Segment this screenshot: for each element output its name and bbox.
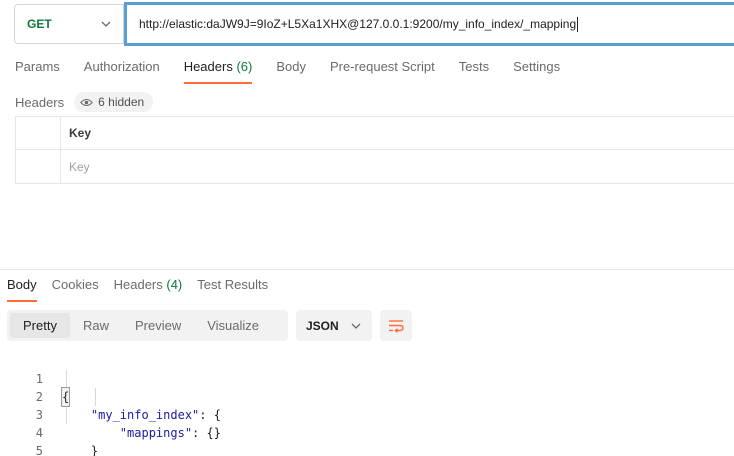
tab-label: Tests (458, 59, 490, 74)
text-caret (577, 16, 579, 32)
tab-response-headers[interactable]: Headers (4) (114, 276, 183, 302)
tab-response-body[interactable]: Body (7, 276, 37, 302)
chevron-down-icon (101, 21, 111, 27)
tab-label: Params (15, 59, 60, 74)
wrap-lines-button[interactable] (380, 310, 412, 341)
tab-label: Body (276, 59, 306, 74)
tab-settings[interactable]: Settings (513, 58, 560, 84)
tab-body[interactable]: Body (276, 58, 306, 84)
eye-icon (80, 98, 94, 106)
code-line: 1 { (0, 352, 734, 407)
view-preview-button[interactable]: Preview (122, 313, 194, 338)
view-visualize-button[interactable]: Visualize (194, 313, 272, 338)
tab-test-results[interactable]: Test Results (197, 276, 268, 302)
tab-label: Authorization (83, 59, 160, 74)
view-pretty-button[interactable]: Pretty (10, 313, 70, 338)
tab-tests[interactable]: Tests (459, 58, 489, 84)
row-checkbox-cell[interactable] (16, 150, 61, 183)
tab-pre-request-script[interactable]: Pre-request Script (330, 58, 435, 84)
tab-headers[interactable]: Headers (6) (183, 58, 253, 84)
checkbox-column (16, 117, 61, 149)
chevron-down-icon (351, 323, 361, 329)
code-line: 2 "my_info_index": { (0, 370, 734, 422)
format-select[interactable]: JSON (296, 310, 372, 341)
tab-count: (4) (166, 277, 183, 292)
tab-label: Cookies (51, 277, 99, 292)
table-header-row: Key (16, 117, 734, 150)
tab-params[interactable]: Params (15, 58, 60, 84)
tab-cookies[interactable]: Cookies (52, 276, 99, 302)
tab-label: Test Results (197, 277, 269, 292)
response-body-viewer[interactable]: 1 { 2 "my_info_index": { 3 "mappings": {… (0, 352, 734, 456)
code-line: 3 "mappings": {} (0, 388, 734, 440)
request-tabs: Params Authorization Headers (6) Body Pr… (15, 58, 584, 84)
code-line: 4 } (0, 406, 734, 456)
tab-label: Headers (183, 59, 233, 74)
view-raw-button[interactable]: Raw (70, 313, 122, 338)
view-mode-group: Pretty Raw Preview Visualize (7, 310, 288, 341)
hidden-count-label: 6 hidden (98, 95, 145, 109)
format-label: JSON (306, 318, 339, 333)
line-number: 5 (35, 444, 43, 456)
key-input[interactable]: Key (61, 150, 90, 183)
json-punct: } (90, 444, 99, 456)
tab-label: Settings (513, 59, 561, 74)
tab-label: Headers (113, 277, 163, 292)
headers-table: Key Key (15, 116, 734, 184)
method-select[interactable]: GET (14, 4, 124, 44)
tab-authorization[interactable]: Authorization (84, 58, 160, 84)
headers-title: Headers (15, 94, 65, 110)
tab-label: Pre-request Script (329, 59, 435, 74)
response-tabs: Body Cookies Headers (4) Test Results (7, 276, 283, 302)
hidden-headers-toggle[interactable]: 6 hidden (74, 92, 154, 112)
tab-count: (6) (236, 59, 253, 74)
method-label: GET (27, 17, 52, 31)
table-row: Key (16, 150, 734, 183)
url-input[interactable]: http://elastic:daJW9J=9IoZ+L5Xa1XHX@127.… (124, 2, 734, 46)
column-header-key: Key (69, 126, 92, 140)
tab-label: Body (7, 277, 37, 292)
pane-divider[interactable] (0, 269, 734, 270)
headers-subbar: Headers 6 hidden (15, 92, 154, 112)
url-text: http://elastic:daJW9J=9IoZ+L5Xa1XHX@127.… (139, 17, 577, 31)
code-line: 5 } (0, 424, 734, 456)
wrap-lines-icon (389, 319, 404, 333)
